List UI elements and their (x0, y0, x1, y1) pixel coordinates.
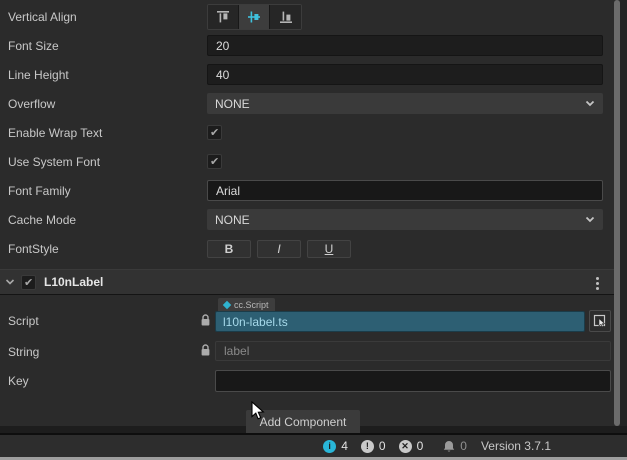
error-count-value: 0 (417, 439, 424, 453)
info-count-value: 4 (341, 439, 348, 453)
scrollbar-gutter (620, 0, 627, 426)
notification-count[interactable]: 0 (443, 439, 467, 453)
align-middle-button[interactable] (239, 5, 270, 29)
inspector-panel: Vertical Align (0, 0, 627, 460)
asset-diamond-icon (223, 300, 231, 308)
info-icon: i (323, 440, 336, 453)
property-row-enable-wrap-text: Enable Wrap Text (0, 118, 627, 147)
component-title: L10nLabel (44, 275, 103, 289)
cache-mode-select[interactable]: NONE (207, 209, 603, 230)
scrollbar-thumb[interactable] (614, 0, 620, 426)
info-count[interactable]: i 4 (323, 439, 348, 453)
key-label: Key (8, 374, 29, 388)
overflow-select[interactable]: NONE (207, 93, 603, 114)
chevron-down-icon (585, 100, 595, 107)
notification-count-value: 0 (460, 439, 467, 453)
script-asset-name: l10n-label.ts (223, 315, 288, 329)
property-row-use-system-font: Use System Font (0, 147, 627, 176)
label-properties: Vertical Align (0, 2, 627, 263)
component-header-l10nlabel[interactable]: L10nLabel (0, 269, 627, 295)
use-system-font-checkbox[interactable] (207, 154, 222, 169)
enable-wrap-text-label: Enable Wrap Text (8, 126, 207, 140)
status-bar: i 4 ! 0 ✕ 0 0 Version 3.7.1 (0, 433, 627, 457)
warning-count[interactable]: ! 0 (361, 439, 386, 453)
font-size-label: Font Size (8, 39, 207, 53)
cache-mode-selected-value: NONE (215, 213, 250, 227)
property-row-font-size: Font Size (0, 31, 627, 60)
overflow-label: Overflow (8, 97, 207, 111)
property-row-overflow: Overflow NONE (0, 89, 627, 118)
cache-mode-label: Cache Mode (8, 213, 207, 227)
script-label: Script (8, 314, 39, 328)
warning-icon: ! (361, 440, 374, 453)
overflow-selected-value: NONE (215, 97, 250, 111)
key-input[interactable] (215, 370, 611, 392)
italic-button[interactable]: I (257, 240, 301, 258)
font-family-input[interactable] (207, 180, 603, 201)
component-enabled-checkbox[interactable] (21, 275, 36, 290)
enable-wrap-text-checkbox[interactable] (207, 125, 222, 140)
string-input[interactable] (215, 341, 611, 361)
align-bottom-button[interactable] (270, 5, 301, 29)
string-label: String (8, 345, 39, 359)
align-bottom-icon (278, 9, 294, 25)
add-component-button[interactable]: Add Component (246, 410, 360, 433)
vertical-align-label: Vertical Align (8, 10, 207, 24)
align-top-icon (215, 9, 231, 25)
underline-button[interactable]: U (307, 240, 351, 258)
font-family-label: Font Family (8, 184, 207, 198)
bell-icon (443, 440, 455, 453)
align-top-button[interactable] (208, 5, 239, 29)
font-style-label: FontStyle (8, 242, 207, 256)
locate-asset-button[interactable] (589, 310, 611, 332)
line-height-input[interactable] (207, 64, 603, 85)
locate-cursor-icon (593, 314, 607, 328)
chevron-down-icon (585, 216, 595, 223)
property-row-font-style: FontStyle B I U (0, 234, 627, 263)
script-type-tag: cc.Script (218, 298, 275, 311)
component-menu-button[interactable] (591, 275, 603, 291)
warning-count-value: 0 (379, 439, 386, 453)
error-icon: ✕ (399, 440, 412, 453)
property-row-vertical-align: Vertical Align (0, 2, 627, 31)
line-height-label: Line Height (8, 68, 207, 82)
version-text: Version 3.7.1 (481, 439, 551, 453)
lock-icon (200, 314, 211, 327)
bold-button[interactable]: B (207, 240, 251, 258)
font-size-input[interactable] (207, 35, 603, 56)
lock-icon (200, 344, 211, 357)
collapse-chevron-icon[interactable] (5, 278, 15, 286)
script-asset-field[interactable]: l10n-label.ts (215, 311, 585, 332)
use-system-font-label: Use System Font (8, 155, 207, 169)
property-row-line-height: Line Height (0, 60, 627, 89)
property-row-cache-mode: Cache Mode NONE (0, 205, 627, 234)
property-row-font-family: Font Family (0, 176, 627, 205)
align-middle-icon (246, 9, 262, 25)
vertical-align-group (207, 4, 302, 30)
error-count[interactable]: ✕ 0 (399, 439, 424, 453)
script-type-tag-label: cc.Script (234, 300, 269, 310)
